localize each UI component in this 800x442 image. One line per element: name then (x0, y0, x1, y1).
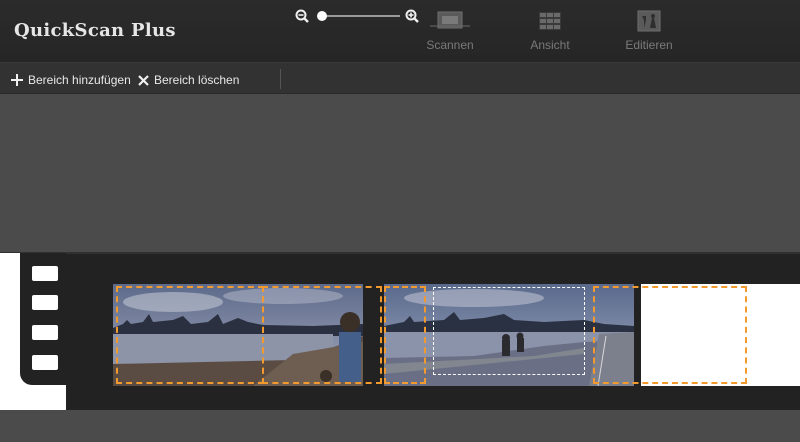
scan-area-selection[interactable] (116, 286, 264, 384)
mode-label-scan: Scannen (426, 38, 474, 52)
add-area-button[interactable]: Bereich hinzufügen (11, 71, 131, 89)
app-header: QuickScan Plus Scannen Ansicht Editieren (0, 0, 800, 62)
zoom-slider[interactable] (318, 15, 400, 17)
close-icon (138, 74, 149, 86)
scan-area-selection[interactable] (384, 286, 426, 384)
active-scan-area-selection[interactable] (433, 287, 585, 375)
zoom-in-icon[interactable] (405, 9, 419, 28)
toolbar: Bereich hinzufügen Bereich löschen (0, 62, 800, 94)
film-perforation (32, 295, 58, 310)
zoom-out-icon[interactable] (295, 9, 309, 28)
add-area-label: Bereich hinzufügen (28, 73, 131, 87)
edit-tools-icon (635, 10, 663, 32)
scan-area-selection[interactable] (593, 286, 747, 384)
mode-tab-view[interactable]: Ansicht (505, 10, 595, 56)
mode-label-edit: Editieren (625, 38, 673, 52)
delete-area-label: Bereich löschen (154, 73, 240, 87)
plus-icon (11, 74, 23, 86)
film-perforation (32, 325, 58, 340)
grid-view-icon (536, 10, 564, 32)
film-perforation (32, 266, 58, 281)
scanner-icon (430, 10, 470, 32)
scan-area-selection[interactable] (262, 286, 382, 384)
film-strip-edge (0, 252, 800, 254)
app-title: QuickScan Plus (14, 20, 176, 41)
mode-label-view: Ansicht (530, 38, 570, 52)
mode-tab-edit[interactable]: Editieren (604, 10, 694, 56)
film-perforation (32, 355, 58, 370)
delete-area-button[interactable]: Bereich löschen (138, 71, 239, 89)
toolbar-divider (280, 69, 281, 89)
